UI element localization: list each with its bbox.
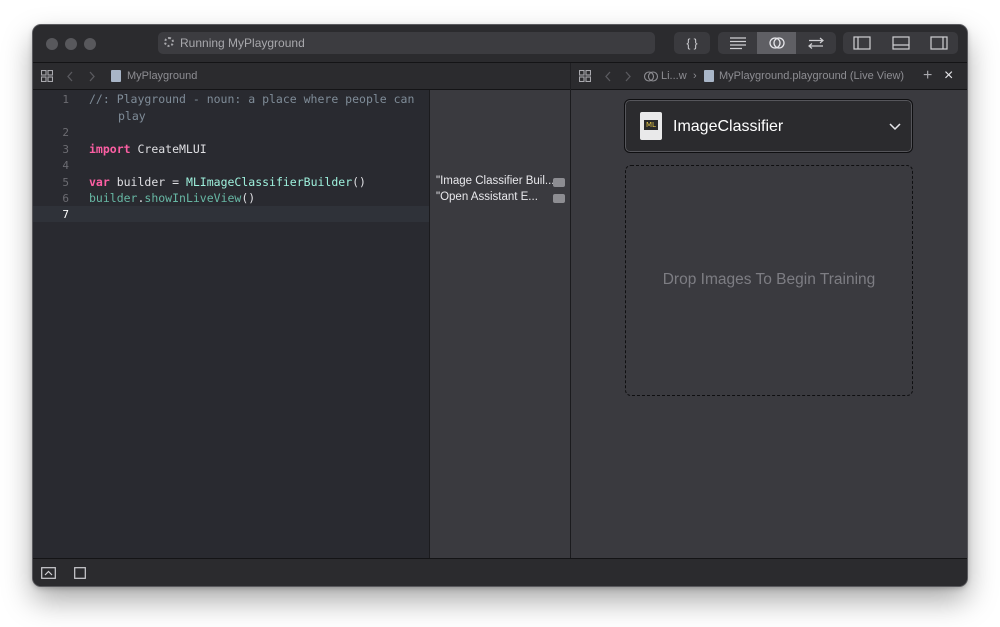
- xcode-window: Running MyPlayground { } MyPlayground Li…: [33, 25, 967, 586]
- title-bar: Running MyPlayground { }: [33, 25, 967, 63]
- code-line-6: builder.showInLiveView(): [89, 191, 255, 205]
- line-number-current: 7: [62, 208, 69, 221]
- activity-text: Running MyPlayground: [180, 36, 305, 50]
- call-parens: (): [241, 191, 256, 205]
- left-panel-icon: [853, 36, 871, 50]
- crumb-separator: ›: [693, 70, 697, 82]
- right-panel-icon: [930, 36, 948, 50]
- venn-icon: [768, 37, 785, 49]
- debug-area-toggle-button[interactable]: [881, 32, 920, 54]
- line-number: 5: [62, 176, 69, 189]
- live-view-jump-bar: Li...w › MyPlayground.playground (Live V…: [571, 63, 967, 90]
- close-window-button[interactable]: [46, 38, 58, 50]
- ml-model-icon: ML: [640, 112, 662, 140]
- arrows-icon: [808, 37, 824, 49]
- library-button[interactable]: { }: [674, 32, 710, 54]
- drop-zone-label: Drop Images To Begin Training: [662, 271, 876, 288]
- quick-look-button[interactable]: [553, 194, 565, 203]
- line-number: 1: [62, 93, 69, 106]
- ml-icon-label: ML: [644, 120, 658, 130]
- result-item: "Open Assistant E...: [436, 191, 538, 203]
- run-checkbox-icon[interactable]: [74, 567, 86, 579]
- debug-area-icon[interactable]: [41, 567, 56, 579]
- classifier-popup-button[interactable]: ML ImageClassifier: [624, 99, 913, 153]
- version-editor-button[interactable]: [796, 32, 836, 54]
- classifier-title: ImageClassifier: [673, 118, 784, 135]
- class-name: MLImageClassifierBuilder: [185, 175, 353, 189]
- current-line-highlight: [33, 206, 429, 222]
- line-number: 3: [62, 143, 69, 156]
- inspector-toggle-button[interactable]: [920, 32, 958, 54]
- code-line-1-wrap: play: [118, 109, 146, 123]
- object-name: builder: [89, 191, 138, 205]
- chevron-right-icon[interactable]: [88, 71, 96, 82]
- zoom-window-button[interactable]: [84, 38, 96, 50]
- lines-icon: [729, 37, 746, 50]
- navigator-toggle-button[interactable]: [843, 32, 881, 54]
- results-sidebar: "Image Classifier Buil... "Open Assistan…: [429, 90, 571, 558]
- bottom-bar: [33, 558, 967, 586]
- minimize-window-button[interactable]: [65, 38, 77, 50]
- grid-icon[interactable]: [579, 70, 591, 82]
- playground-file-icon: [704, 70, 714, 82]
- line-number: 2: [62, 126, 69, 139]
- close-editor-button[interactable]: ×: [944, 63, 953, 89]
- panel-toggle-control: [843, 32, 958, 54]
- module-name: CreateMLUI: [130, 142, 207, 156]
- code-line-3: import CreateMLUI: [89, 142, 207, 156]
- call-parens: (): [352, 175, 366, 189]
- chevron-left-icon[interactable]: [604, 71, 612, 82]
- activity-view: Running MyPlayground: [158, 32, 655, 54]
- chevron-right-icon[interactable]: [624, 71, 632, 82]
- source-editor[interactable]: 1 2 3 4 5 6 7 //: Playground - noun: a p…: [33, 90, 429, 558]
- editor-file-crumb[interactable]: MyPlayground: [127, 63, 197, 89]
- standard-editor-button[interactable]: [718, 32, 757, 54]
- code-line-5: var builder = MLImageClassifierBuilder(): [89, 175, 366, 189]
- image-drop-zone[interactable]: Drop Images To Begin Training: [625, 165, 913, 396]
- bottom-panel-icon: [891, 36, 910, 50]
- grid-icon[interactable]: [41, 70, 53, 82]
- line-number: 4: [62, 159, 69, 172]
- method-name: showInLiveView: [144, 191, 242, 205]
- playground-crumb[interactable]: MyPlayground.playground (Live View): [719, 63, 904, 89]
- venn-icon: [643, 71, 659, 82]
- add-editor-button[interactable]: +: [923, 63, 932, 89]
- chevron-left-icon[interactable]: [66, 71, 74, 82]
- editor-mode-control: [718, 32, 836, 54]
- result-item: "Image Classifier Buil...: [436, 175, 555, 187]
- progress-spinner-icon: [164, 37, 174, 47]
- chevron-down-icon: [889, 123, 901, 131]
- var-declaration: builder =: [109, 175, 186, 189]
- line-number: 6: [62, 192, 69, 205]
- library-label: { }: [686, 36, 698, 50]
- keyword-import: import: [89, 142, 131, 156]
- quick-look-button[interactable]: [553, 178, 565, 187]
- live-view-crumb[interactable]: Li...w: [661, 63, 687, 89]
- editor-jump-bar: MyPlayground: [33, 63, 570, 90]
- playground-file-icon: [111, 70, 121, 82]
- keyword-var: var: [89, 175, 110, 189]
- code-line-1: //: Playground - noun: a place where peo…: [89, 92, 415, 106]
- assistant-editor-button[interactable]: [757, 32, 796, 54]
- live-view: ML ImageClassifier Drop Images To Begin …: [571, 90, 967, 558]
